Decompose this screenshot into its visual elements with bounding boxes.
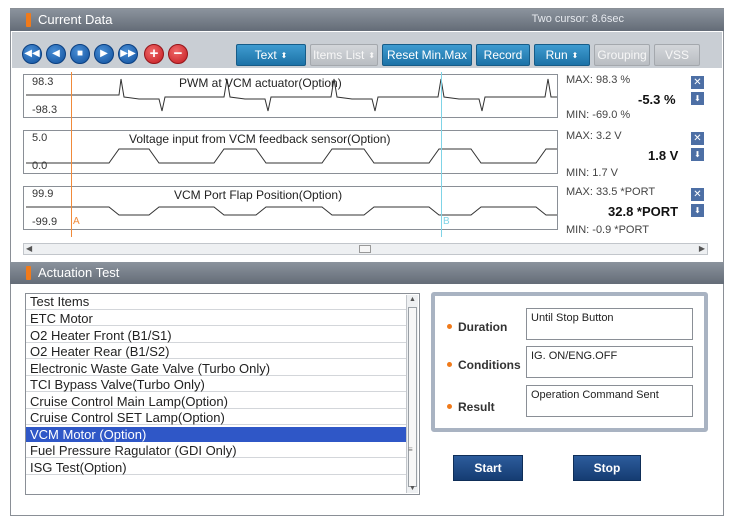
list-item[interactable]: VCM Motor (Option) <box>26 426 406 442</box>
grouping-button[interactable]: Grouping <box>594 44 650 66</box>
list-item[interactable]: ETC Motor <box>26 311 406 326</box>
graph-port-flap-min-stat: MIN: -0.9 *PORT <box>566 224 649 236</box>
graph-pwm-axis-min: -98.3 <box>32 104 58 116</box>
scroll-thumb[interactable] <box>359 245 371 253</box>
graph-port-flap-axis-max: 99.9 <box>32 188 54 200</box>
graph-pwm-title: PWM at VCM actuator(Option) <box>179 76 342 90</box>
bullet-icon <box>447 362 452 367</box>
graph-port-flap-current: 32.8 *PORT <box>608 204 679 219</box>
bullet-icon <box>447 404 452 409</box>
scroll-right-icon[interactable]: ▶ <box>699 244 705 253</box>
graph-pwm-current: -5.3 % <box>638 92 676 107</box>
stop-button[interactable]: Stop <box>573 455 641 481</box>
graph-voltage-axis-max: 5.0 <box>32 132 48 144</box>
play-icon[interactable]: ▶ <box>94 44 114 64</box>
test-items-list: Test Items ETC Motor O2 Heater Front (B1/… <box>25 293 420 495</box>
reset-min-max-button[interactable]: Reset Min.Max <box>382 44 472 66</box>
graph-pwm-min-stat: MIN: -69.0 % <box>566 109 631 121</box>
toolbar: ◀◀ ◀ ■ ▶ ▶▶ + − Text ⬍ Items List ⬍ Reset … <box>12 32 722 68</box>
start-button[interactable]: Start <box>453 455 523 481</box>
conditions-value: IG. ON/ENG.OFF <box>526 346 693 378</box>
scroll-down-icon[interactable]: ▼ <box>409 485 416 492</box>
graph-voltage-max-stat: MAX: 3.2 V <box>566 130 622 142</box>
graph-port-flap-max-stat: MAX: 33.5 *PORT <box>566 186 656 198</box>
test-info-panel: Duration Until Stop Button Conditions IG… <box>431 292 708 432</box>
step-back-icon[interactable]: ◀ <box>46 44 66 64</box>
graph-port-flap-move-down-icon[interactable]: ⬇ <box>691 204 704 217</box>
actuation-test-header: Actuation Test <box>10 262 724 284</box>
text-select[interactable]: Text ⬍ <box>236 44 306 66</box>
list-scroll-thumb[interactable] <box>408 307 417 487</box>
graph-voltage-close-icon[interactable]: ✕ <box>691 132 704 145</box>
current-data-header: Current Data Two cursor: 8.6sec <box>10 9 724 31</box>
section-marker-icon <box>26 266 31 280</box>
current-data-title: Current Data <box>38 12 113 27</box>
run-select[interactable]: Run ⬍ <box>534 44 590 66</box>
graph-pwm[interactable]: 98.3 -98.3 PWM at VCM actuator(Option) <box>23 74 558 118</box>
graph-pwm-close-icon[interactable]: ✕ <box>691 76 704 89</box>
cursor-b-label: B <box>443 216 450 227</box>
actuation-test-title: Actuation Test <box>38 265 120 280</box>
fast-forward-icon[interactable]: ▶▶ <box>118 44 138 64</box>
list-item[interactable]: O2 Heater Front (B1/S1) <box>26 328 406 343</box>
cursor-a-label: A <box>73 216 80 227</box>
list-item[interactable]: TCI Bypass Valve(Turbo Only) <box>26 377 406 392</box>
graph-voltage-min-stat: MIN: 1.7 V <box>566 167 618 179</box>
graph-area: 98.3 -98.3 PWM at VCM actuator(Option) M… <box>23 72 711 257</box>
list-item[interactable]: Fuel Pressure Ragulator (GDI Only) <box>26 443 406 458</box>
duration-value: Until Stop Button <box>526 308 693 340</box>
vss-button[interactable]: VSS <box>654 44 700 66</box>
duration-label: Duration <box>447 320 507 334</box>
list-vertical-scrollbar[interactable]: ▲ ≡ ▼ <box>406 295 418 493</box>
cursor-b-line[interactable] <box>441 72 442 237</box>
graph-voltage-axis-min: 0.0 <box>32 160 48 172</box>
list-header: Test Items <box>26 294 406 310</box>
result-value: Operation Command Sent <box>526 385 693 417</box>
cursor-a-line[interactable] <box>71 72 72 237</box>
graph-voltage-title: Voltage input from VCM feedback sensor(O… <box>129 132 391 146</box>
record-button[interactable]: Record <box>476 44 530 66</box>
plus-icon[interactable]: + <box>144 44 164 64</box>
graph-port-flap-title: VCM Port Flap Position(Option) <box>174 188 343 202</box>
bullet-icon <box>447 324 452 329</box>
list-item[interactable]: ISG Test(Option) <box>26 460 406 475</box>
graph-port-flap-close-icon[interactable]: ✕ <box>691 188 704 201</box>
result-label: Result <box>447 400 495 414</box>
graph-horizontal-scrollbar[interactable]: ◀ ▶ <box>23 243 708 255</box>
graph-port-flap[interactable]: 99.9 -99.9 VCM Port Flap Position(Option… <box>23 186 558 230</box>
minus-icon[interactable]: − <box>168 44 188 64</box>
cursor-info: Two cursor: 8.6sec <box>531 13 624 25</box>
list-item[interactable]: Cruise Control SET Lamp(Option) <box>26 410 406 425</box>
list-item[interactable]: O2 Heater Rear (B1/S2) <box>26 344 406 359</box>
scroll-up-icon[interactable]: ▲ <box>409 296 416 303</box>
graph-port-flap-axis-min: -99.9 <box>32 216 58 228</box>
scroll-grip-icon: ≡ <box>408 445 413 454</box>
graph-pwm-max-stat: MAX: 98.3 % <box>566 74 631 86</box>
items-list-select[interactable]: Items List ⬍ <box>310 44 378 66</box>
stop-icon[interactable]: ■ <box>70 44 90 64</box>
graph-voltage[interactable]: 5.0 0.0 Voltage input from VCM feedback … <box>23 130 558 174</box>
graph-voltage-move-down-icon[interactable]: ⬇ <box>691 148 704 161</box>
section-marker-icon <box>26 13 31 27</box>
graph-pwm-axis-max: 98.3 <box>32 76 54 88</box>
list-item[interactable]: Cruise Control Main Lamp(Option) <box>26 394 406 409</box>
list-item[interactable]: Electronic Waste Gate Valve (Turbo Only) <box>26 361 406 376</box>
conditions-label: Conditions <box>447 358 521 372</box>
graph-voltage-current: 1.8 V <box>648 148 679 163</box>
rewind-icon[interactable]: ◀◀ <box>22 44 42 64</box>
scroll-left-icon[interactable]: ◀ <box>26 244 32 253</box>
graph-pwm-move-down-icon[interactable]: ⬇ <box>691 92 704 105</box>
